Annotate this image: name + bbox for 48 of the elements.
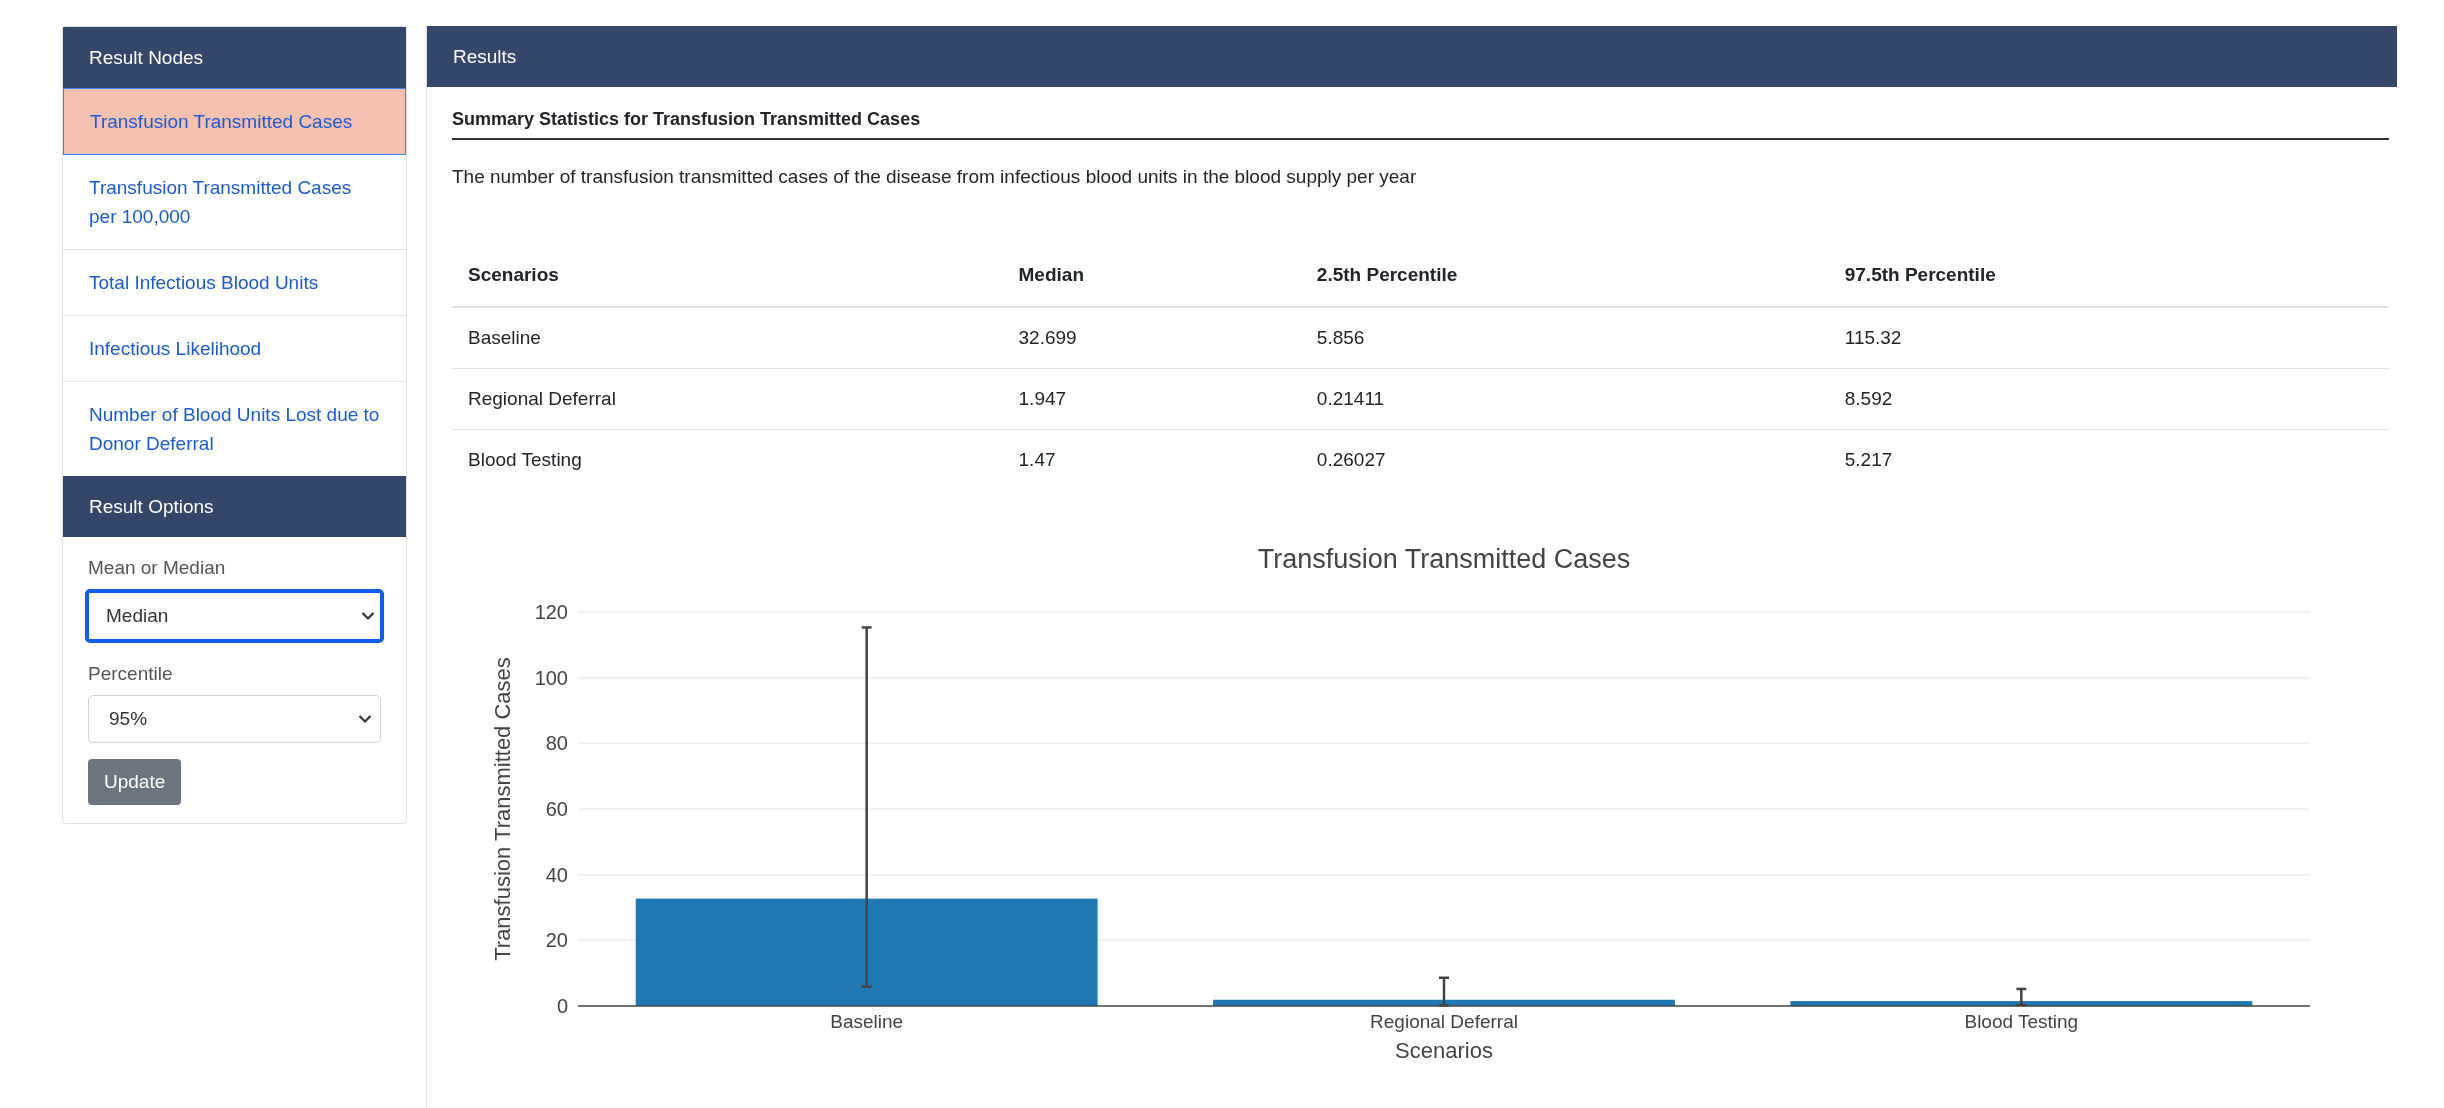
dropdown-field[interactable]: 95% bbox=[88, 695, 381, 743]
panel-header: Result Nodes bbox=[63, 27, 406, 88]
result-node-item[interactable]: Transfusion Transmitted Cases per 100,000 bbox=[63, 155, 406, 250]
table-cell: 5.217 bbox=[1828, 429, 2389, 490]
error-bar bbox=[1439, 976, 1449, 1007]
x-tick-label: Blood Testing bbox=[1964, 1011, 2079, 1032]
x-tick-label: Baseline bbox=[830, 1011, 904, 1032]
update-button[interactable]: Update bbox=[88, 759, 182, 805]
table-cell: 32.699 bbox=[1002, 307, 1301, 369]
y-tick-label: 100 bbox=[534, 666, 568, 689]
section-title: Summary Statistics for Transfusion Transmitted Cases bbox=[452, 87, 2389, 140]
result-node-item[interactable]: Number of Blood Units Lost due to Donor Deferral bbox=[63, 382, 406, 476]
x-tick-label: Regional Deferral bbox=[1370, 1011, 1518, 1032]
field-label: Mean or Median bbox=[88, 557, 227, 579]
table-cell: 8.592 bbox=[1828, 368, 2389, 430]
y-tick-label: 120 bbox=[534, 601, 568, 623]
column-header: Median bbox=[1002, 244, 1301, 307]
dropdown-field[interactable]: Median bbox=[85, 589, 384, 643]
column-header: 97.5th Percentile bbox=[1828, 244, 2389, 307]
table-cell: 1.47 bbox=[1002, 429, 1301, 490]
table-cell: 115.32 bbox=[1828, 307, 2389, 369]
caret-icon bbox=[358, 714, 372, 724]
y-axis-title: Transfusion Transmitted Cases bbox=[490, 657, 515, 961]
table-cell: 5.856 bbox=[1300, 307, 1829, 369]
result-node-item[interactable]: Infectious Likelihood bbox=[63, 316, 406, 382]
description-text: The number of transfusion transmitted cases of the disease from infectious blood units in the blood supply per year bbox=[452, 166, 1418, 188]
x-axis-title: Scenarios bbox=[1395, 1038, 1493, 1063]
result-node-item[interactable]: Transfusion Transmitted Cases bbox=[63, 88, 406, 155]
table-cell: 0.21411 bbox=[1300, 368, 1829, 430]
panel-header: Results bbox=[427, 26, 2397, 87]
chart-title: Transfusion Transmitted Cases bbox=[1257, 544, 1631, 574]
column-header: Scenarios bbox=[452, 244, 1003, 307]
table-cell: Blood Testing bbox=[452, 429, 1003, 490]
table-cell: Baseline bbox=[452, 307, 1003, 369]
panel-header: Result Options bbox=[63, 476, 406, 537]
y-tick-label: 60 bbox=[545, 798, 568, 820]
table-cell: 1.947 bbox=[1002, 368, 1301, 430]
y-tick-label: 40 bbox=[545, 863, 568, 886]
error-bar bbox=[2016, 987, 2027, 1007]
y-tick-label: 80 bbox=[545, 732, 568, 755]
table-cell: Regional Deferral bbox=[452, 368, 1003, 430]
caret-icon bbox=[361, 611, 375, 621]
column-header: 2.5th Percentile bbox=[1300, 244, 1829, 307]
y-tick-label: 20 bbox=[545, 929, 568, 952]
table-cell: 0.26027 bbox=[1300, 429, 1829, 490]
y-tick-label: 0 bbox=[556, 995, 568, 1017]
result-node-item[interactable]: Total Infectious Blood Units bbox=[63, 250, 406, 316]
field-label: Percentile bbox=[88, 663, 174, 685]
